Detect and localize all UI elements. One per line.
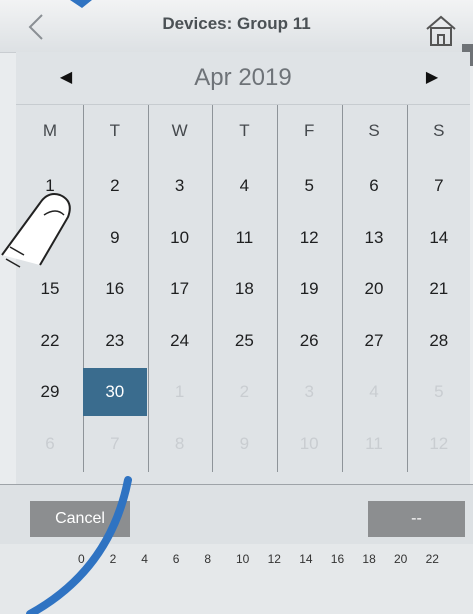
day-cell[interactable]: 13 xyxy=(342,214,406,262)
weekday-header: W xyxy=(171,121,188,140)
day-cell[interactable]: 6 xyxy=(18,420,82,468)
axis-tick-label: 0 xyxy=(78,552,85,566)
axis-tick-label: 12 xyxy=(267,552,281,566)
day-cell[interactable]: 26 xyxy=(277,317,341,365)
day-cell[interactable]: 22 xyxy=(18,317,82,365)
day-cell[interactable]: 10 xyxy=(277,420,341,468)
day-cell[interactable]: 16 xyxy=(83,265,147,313)
day-cell[interactable]: 30 xyxy=(82,368,147,416)
axis-tick-label: 10 xyxy=(236,552,250,566)
axis-tick-label: 14 xyxy=(299,552,313,566)
top-bar: Devices: Group 11 xyxy=(0,0,473,53)
weekday-header: T xyxy=(239,121,250,140)
day-cell[interactable]: 9 xyxy=(83,214,147,262)
day-cell[interactable]: 3 xyxy=(148,162,212,210)
dialog-footer: Cancel -- xyxy=(0,484,473,545)
day-cell[interactable]: 4 xyxy=(212,162,276,210)
day-cell[interactable]: 11 xyxy=(342,420,406,468)
axis-tick-label: 16 xyxy=(330,552,345,566)
day-cell[interactable]: 3 xyxy=(277,368,341,416)
home-icon[interactable] xyxy=(423,13,459,47)
axis-tick-label: 2 xyxy=(109,552,117,566)
day-cell[interactable]: 27 xyxy=(342,317,406,365)
month-header: ◀ Apr 2019 ▶ xyxy=(16,52,470,105)
next-month-button[interactable]: ▶ xyxy=(419,67,445,89)
day-cell[interactable]: 7 xyxy=(407,162,471,210)
day-cell[interactable]: 24 xyxy=(148,317,212,365)
weekday-header: F xyxy=(303,121,315,140)
day-cell[interactable]: 1 xyxy=(148,368,212,416)
axis-tick-label: 18 xyxy=(362,552,376,566)
day-cell[interactable]: 2 xyxy=(212,368,276,416)
calendar-grid: MTWTFSS123456789101112131415161718192021… xyxy=(16,105,470,484)
day-cell[interactable]: 18 xyxy=(212,265,276,313)
day-cell[interactable]: 23 xyxy=(83,317,147,365)
weekday-header: T xyxy=(109,121,120,140)
time-axis: 0 2 4 6 8 10 12 14 16 18 20 22 xyxy=(0,544,473,614)
confirm-button[interactable]: -- xyxy=(368,501,465,537)
day-cell[interactable]: 20 xyxy=(342,265,406,313)
day-cell[interactable]: 29 xyxy=(18,368,82,416)
page-title: Devices: Group 11 xyxy=(162,14,311,33)
day-cell[interactable]: 11 xyxy=(212,214,276,262)
axis-tick-label: 6 xyxy=(172,552,180,566)
axis-tick-label: 4 xyxy=(141,552,148,566)
day-cell[interactable]: 19 xyxy=(277,265,341,313)
cancel-button[interactable]: Cancel xyxy=(30,501,130,537)
day-cell[interactable]: 25 xyxy=(212,317,276,365)
pointing-hand-icon xyxy=(1,193,71,268)
day-cell[interactable]: 10 xyxy=(148,214,212,262)
day-cell[interactable]: 5 xyxy=(407,368,471,416)
axis-tick-label: 20 xyxy=(394,552,408,566)
day-cell[interactable]: 17 xyxy=(148,265,212,313)
day-cell[interactable]: 21 xyxy=(407,265,471,313)
day-cell[interactable]: 2 xyxy=(83,162,147,210)
weekday-header: S xyxy=(433,121,445,140)
day-cell[interactable]: 8 xyxy=(148,420,212,468)
weekday-header: S xyxy=(368,121,380,140)
day-cell[interactable]: 5 xyxy=(277,162,341,210)
day-cell[interactable]: 12 xyxy=(277,214,341,262)
day-cell[interactable]: 14 xyxy=(407,214,471,262)
day-cell[interactable]: 7 xyxy=(83,420,147,468)
day-cell[interactable]: 12 xyxy=(407,420,471,468)
axis-tick-label: 8 xyxy=(204,552,212,566)
weekday-header: M xyxy=(42,121,58,140)
month-label: Apr 2019 xyxy=(194,64,292,91)
day-cell[interactable]: 28 xyxy=(407,317,471,365)
day-cell[interactable]: 4 xyxy=(342,368,406,416)
day-cell[interactable]: 6 xyxy=(342,162,406,210)
day-cell[interactable]: 9 xyxy=(212,420,276,468)
axis-tick-label: 22 xyxy=(425,552,439,566)
